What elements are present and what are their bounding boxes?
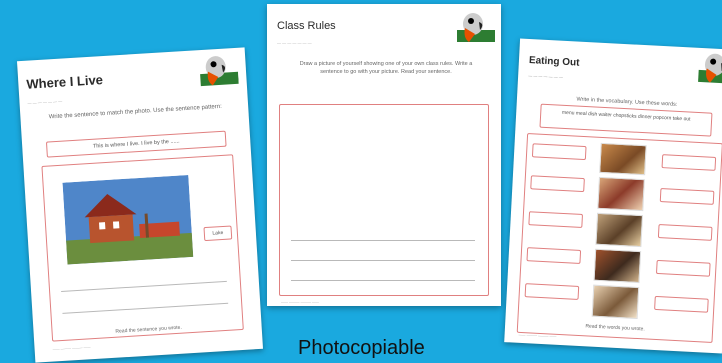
worksheet-instruction: Write the sentence to match the photo. U… [48,103,222,121]
answer-box [526,247,582,264]
food-photo [599,142,647,176]
writing-line [291,280,475,281]
answer-box [661,154,717,171]
answer-box [528,211,584,229]
answer-box [654,295,709,313]
food-photo [593,248,642,284]
photocopiable-caption: Photocopiable [298,337,425,359]
parrot-logo-icon [698,53,722,84]
worksheet-meta: — — — — — — — [27,98,63,106]
lake-label-box: Lake [203,225,233,242]
worksheet-class-rules: Class Rules — — — — — — — Draw a picture… [267,4,501,306]
answer-box [530,175,585,193]
lake-label: Lake [212,229,224,237]
food-photo [597,176,645,212]
writing-line [291,260,475,261]
worksheet-title: Where I Live [25,72,104,92]
parrot-logo-icon [200,56,239,87]
sentence-pattern-box: This is where I live. I live by the ....… [45,130,227,158]
worksheet-footer: —— ——— ——— —— [52,345,91,352]
worksheet-footer: —— ——— ——— —— [281,300,319,304]
answer-box [524,283,580,300]
worksheet-footer: —— ——— ——— —— [518,332,557,339]
worksheet-title: Eating Out [528,55,580,69]
parrot-logo-icon [457,13,495,42]
food-photo [591,284,640,320]
answer-box [531,143,587,161]
answer-box [657,224,713,241]
house-photo [62,174,194,265]
answer-box [659,188,715,205]
answer-box [655,259,711,277]
sentence-pattern: This is where I live. I live by the ....… [92,138,180,150]
worksheet-instruction: Draw a picture of yourself showing one o… [299,61,473,75]
food-photo [595,212,644,248]
worksheet-eating-out: Eating Out — — — — — — — Write in the vo… [504,38,722,354]
worksheet-meta: — — — — — — — [528,72,563,80]
worksheet-meta: — — — — — — — [277,40,312,45]
worksheet-where-i-live: Where I Live — — — — — — — Write the sen… [16,47,264,363]
drawing-box [279,104,489,296]
worksheet-title: Class Rules [277,20,336,32]
writing-line [291,240,475,241]
